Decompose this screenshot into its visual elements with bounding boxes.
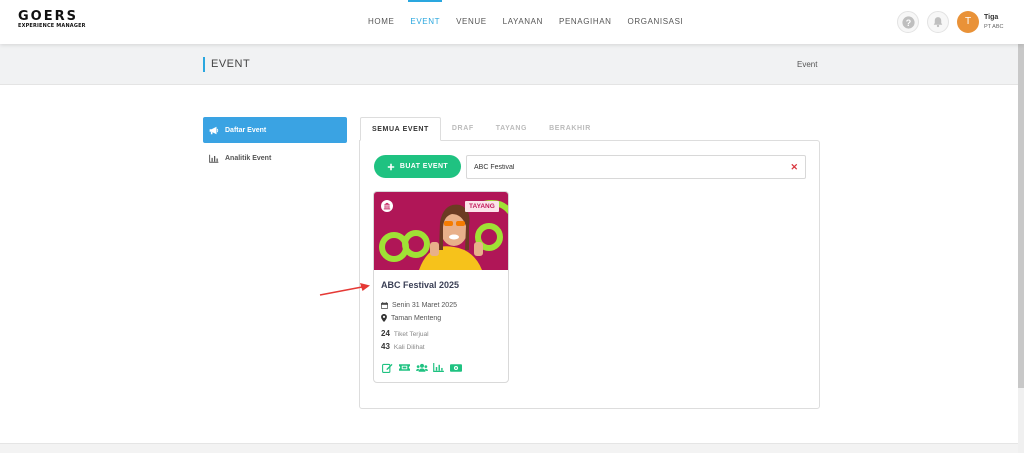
tickets-sold-stat: 24 Tiket Terjual: [381, 329, 429, 338]
page-title: EVENT: [203, 57, 250, 72]
location-pin-icon: [381, 314, 387, 322]
user-name[interactable]: Tiga: [984, 14, 998, 21]
tickets-sold-count: 24: [381, 329, 390, 338]
breadcrumb: Event: [797, 60, 818, 69]
brand-logo[interactable]: GOERS EXPERIENCE MANAGER: [18, 9, 86, 30]
help-button[interactable]: ?: [897, 11, 919, 33]
brand-tagline: EXPERIENCE MANAGER: [18, 23, 86, 29]
create-event-button[interactable]: BUAT EVENT: [374, 155, 461, 178]
status-badge: TAYANG: [465, 201, 499, 212]
views-stat: 43 Kali Dilihat: [381, 342, 425, 351]
top-navbar: GOERS EXPERIENCE MANAGER HOME EVENT VENU…: [0, 0, 1024, 44]
user-organization: PT ABC: [984, 24, 1004, 30]
help-icon: ?: [901, 15, 915, 29]
sidebar-item-daftar-event[interactable]: Daftar Event: [203, 117, 347, 143]
search-input[interactable]: [467, 156, 767, 179]
event-status-tabs: SEMUA EVENT DRAF TAYANG BERAKHIR: [360, 117, 602, 141]
bar-chart-icon: [209, 154, 219, 163]
user-avatar[interactable]: T: [957, 11, 979, 33]
brand-name: GOERS: [18, 9, 78, 24]
clear-search-icon[interactable]: ✕: [790, 162, 798, 173]
views-count: 43: [381, 342, 390, 351]
venue-icon: [381, 200, 393, 212]
ticket-icon[interactable]: [398, 362, 411, 373]
nav-home[interactable]: HOME: [360, 0, 402, 44]
nav-layanan[interactable]: LAYANAN: [495, 0, 551, 44]
users-icon[interactable]: [415, 362, 428, 373]
event-location-text: Taman Menteng: [391, 314, 442, 322]
page-scrollbar-thumb[interactable]: [1018, 44, 1024, 388]
svg-text:?: ?: [905, 17, 910, 27]
edit-icon[interactable]: [381, 362, 394, 373]
page-footer-strip: [0, 443, 1018, 453]
tab-draf[interactable]: DRAF: [441, 117, 485, 141]
bell-icon: [933, 17, 943, 28]
page-header-band: [0, 44, 1024, 85]
tickets-sold-label: Tiket Terjual: [393, 331, 429, 338]
event-actions: [381, 362, 462, 373]
sidebar-item-label: Daftar Event: [225, 126, 267, 134]
event-title[interactable]: ABC Festival 2025: [381, 280, 459, 290]
main-nav: HOME EVENT VENUE LAYANAN PENAGIHAN ORGAN…: [360, 0, 691, 44]
nav-organisasi[interactable]: ORGANISASI: [620, 0, 692, 44]
event-search-box: ✕: [466, 155, 806, 179]
annotation-arrow-icon: [319, 283, 370, 296]
plus-icon: [387, 163, 395, 170]
nav-event[interactable]: EVENT: [402, 0, 448, 44]
create-event-label: BUAT EVENT: [399, 163, 449, 170]
calendar-icon: [381, 302, 388, 309]
analytics-icon[interactable]: [432, 362, 445, 373]
event-date: Senin 31 Maret 2025: [381, 302, 457, 309]
nav-penagihan[interactable]: PENAGIHAN: [551, 0, 620, 44]
event-date-text: Senin 31 Maret 2025: [392, 302, 457, 309]
event-card[interactable]: TAYANG ABC Festival 2025 Senin 31 Maret …: [373, 191, 509, 383]
sidebar-item-analitik-event[interactable]: Analitik Event: [203, 150, 347, 166]
money-icon[interactable]: [449, 362, 462, 373]
event-location: Taman Menteng: [381, 314, 441, 322]
views-label: Kali Dilihat: [393, 344, 425, 351]
megaphone-icon: [209, 126, 219, 134]
sidebar-item-label: Analitik Event: [225, 154, 272, 162]
tab-berakhir[interactable]: BERAKHIR: [538, 117, 602, 141]
notifications-button[interactable]: [927, 11, 949, 33]
nav-venue[interactable]: VENUE: [448, 0, 495, 44]
tab-tayang[interactable]: TAYANG: [485, 117, 538, 141]
tab-semua-event[interactable]: SEMUA EVENT: [360, 117, 441, 141]
